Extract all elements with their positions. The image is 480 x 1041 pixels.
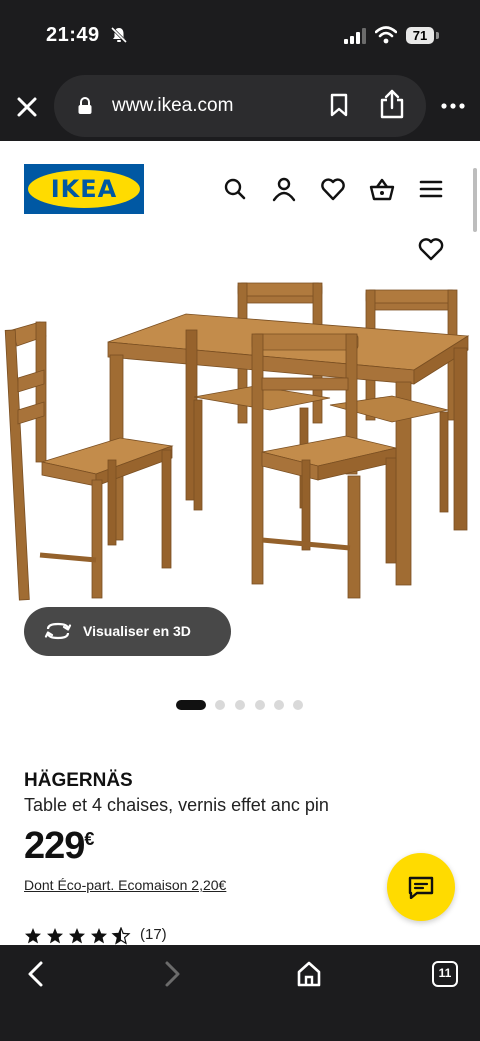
price-currency: € [84, 829, 95, 849]
price-integer: 229 [24, 825, 85, 867]
wifi-icon [375, 26, 397, 44]
chat-button[interactable] [387, 853, 455, 921]
product-price: 229€ [24, 825, 94, 868]
star-icon [47, 928, 63, 944]
visualize-3d-label: Visualiser en 3D [83, 623, 191, 639]
carousel-indicator [0, 699, 480, 711]
home-icon[interactable] [295, 960, 323, 988]
chat-icon [408, 876, 434, 899]
carousel-dot[interactable] [293, 700, 303, 710]
product-image[interactable] [0, 268, 480, 608]
browser-bar: www.ikea.com [0, 70, 480, 141]
product-name: HÄGERNÄS [24, 770, 133, 791]
address-bar[interactable]: www.ikea.com [54, 75, 426, 137]
add-to-wishlist-icon[interactable] [417, 236, 445, 262]
star-icon [25, 928, 41, 944]
star-icon [69, 928, 85, 944]
status-bar: 21:49 71 [0, 0, 480, 70]
product-description: Table et 4 chaises, vernis effet anc pin [24, 795, 329, 815]
page-scrollbar[interactable] [473, 168, 477, 232]
status-time: 21:49 [46, 24, 100, 46]
menu-icon[interactable] [418, 176, 444, 202]
rotate-3d-icon [44, 622, 72, 640]
eco-participation-link[interactable]: Dont Éco-part. Ecomaison 2,20€ [24, 877, 226, 893]
wishlist-icon[interactable] [320, 176, 346, 202]
carousel-dot[interactable] [215, 700, 225, 710]
browser-toolbar: 11 [0, 945, 480, 1041]
share-icon[interactable] [378, 89, 406, 119]
back-icon[interactable] [22, 960, 50, 988]
lock-icon [78, 97, 92, 114]
star-icon [91, 928, 107, 944]
battery-indicator: 71 [406, 27, 434, 44]
battery-tip [436, 32, 439, 39]
carousel-dot-active[interactable] [176, 700, 206, 710]
bookmark-icon[interactable] [329, 93, 349, 117]
carousel-dot[interactable] [255, 700, 265, 710]
carousel-dot[interactable] [235, 700, 245, 710]
visualize-3d-button[interactable]: Visualiser en 3D [24, 607, 231, 656]
ikea-logo[interactable]: IKEA [24, 164, 144, 214]
tabs-button[interactable]: 11 [432, 961, 458, 987]
close-icon[interactable] [14, 94, 40, 120]
more-icon[interactable] [440, 96, 466, 116]
forward-icon[interactable] [158, 960, 186, 988]
search-icon[interactable] [222, 176, 248, 202]
bell-off-icon [110, 26, 128, 44]
carousel-dot[interactable] [274, 700, 284, 710]
url-text: www.ikea.com [112, 95, 234, 116]
signal-icon [344, 28, 366, 44]
basket-icon[interactable] [369, 176, 395, 202]
account-icon[interactable] [271, 176, 297, 202]
half-star-icon [112, 927, 130, 945]
logo-text: IKEA [50, 175, 118, 203]
rating-stars[interactable] [24, 927, 134, 945]
review-count[interactable]: (17) [140, 926, 167, 943]
